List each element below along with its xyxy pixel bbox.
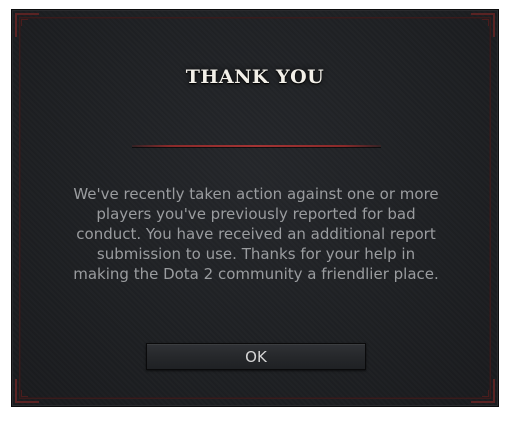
corner-ornament-top-left <box>15 13 39 37</box>
report-feedback-dialog: THANK YOU We've recently taken action ag… <box>11 9 499 407</box>
ok-button[interactable]: OK <box>146 343 366 370</box>
corner-ornament-bottom-left <box>15 379 39 403</box>
corner-ornament-top-right <box>471 13 495 37</box>
corner-ornament-bottom-right <box>471 379 495 403</box>
dialog-message: We've recently taken action against one … <box>73 185 439 283</box>
title-divider <box>132 145 381 147</box>
dialog-title: THANK YOU <box>185 66 325 88</box>
